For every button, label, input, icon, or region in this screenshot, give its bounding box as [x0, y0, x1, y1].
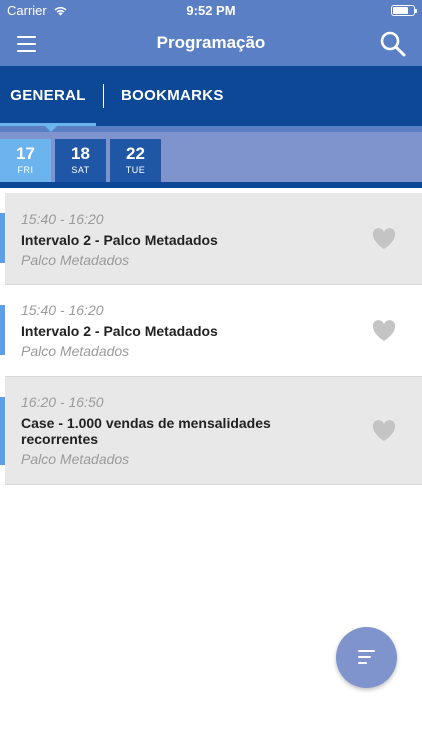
date-item-17[interactable]: 17 FRI: [0, 139, 51, 182]
session-time: 15:40 - 16:20: [21, 302, 104, 318]
date-day: 18: [71, 144, 90, 163]
heart-icon[interactable]: [372, 228, 396, 250]
session-accent: [0, 397, 5, 465]
date-item-22[interactable]: 22 TUE: [110, 139, 161, 182]
page-title: Programação: [156, 33, 266, 52]
tab-divider: [103, 84, 104, 108]
session-title: Case - 1.000 vendas de mensalidades reco…: [21, 415, 271, 447]
heart-icon[interactable]: [372, 420, 396, 442]
tab-general[interactable]: GENERAL: [0, 66, 96, 126]
tab-bookmarks-label: BOOKMARKS: [121, 87, 224, 104]
session-separator: [5, 484, 422, 485]
filter-fab-button[interactable]: [336, 627, 397, 688]
session-time: 16:20 - 16:50: [21, 394, 104, 410]
tab-general-label: GENERAL: [10, 87, 86, 104]
session-item[interactable]: 15:40 - 16:20 Intervalo 2 - Palco Metada…: [0, 285, 422, 377]
session-item[interactable]: 15:40 - 16:20 Intervalo 2 - Palco Metada…: [0, 193, 422, 285]
tab-bar: GENERAL BOOKMARKS: [0, 66, 422, 126]
session-item[interactable]: 16:20 - 16:50 Case - 1.000 vendas de men…: [0, 377, 422, 485]
date-weekday: FRI: [17, 165, 34, 175]
date-item-18[interactable]: 18 SAT: [55, 139, 106, 182]
session-venue: Palco Metadados: [21, 451, 130, 467]
session-title: Intervalo 2 - Palco Metadados: [21, 323, 218, 339]
session-venue: Palco Metadados: [21, 343, 130, 359]
search-icon: [380, 31, 406, 57]
date-weekday: SAT: [71, 165, 90, 175]
tab-bookmarks[interactable]: BOOKMARKS: [121, 66, 224, 126]
status-bar: Carrier 9:52 PM: [0, 0, 422, 22]
date-pointer: [45, 126, 57, 132]
search-button[interactable]: [378, 29, 408, 59]
session-title: Intervalo 2 - Palco Metadados: [21, 232, 218, 248]
status-time: 9:52 PM: [186, 3, 236, 18]
session-time: 15:40 - 16:20: [21, 211, 104, 227]
battery-icon: [391, 5, 417, 16]
session-accent: [0, 213, 5, 263]
date-day: 17: [16, 144, 35, 163]
heart-icon[interactable]: [372, 320, 396, 342]
session-venue: Palco Metadados: [21, 252, 130, 268]
date-weekday: TUE: [125, 165, 146, 175]
date-day: 22: [126, 144, 145, 163]
session-accent: [0, 305, 5, 355]
nav-bar: Programação: [0, 22, 422, 66]
